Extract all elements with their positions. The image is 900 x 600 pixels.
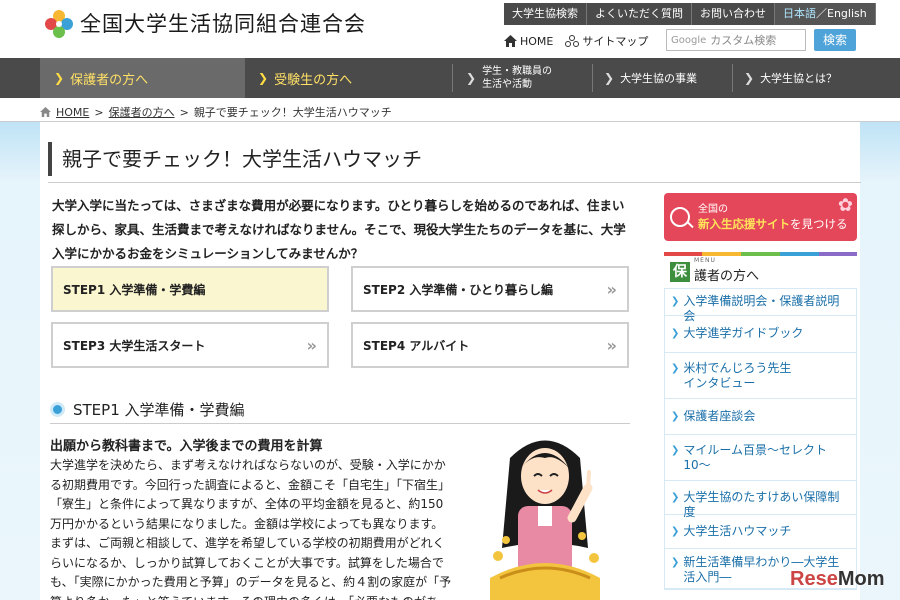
sidebar-item-interview[interactable]: ❯ 米村でんじろう先生インタビュー	[665, 353, 856, 399]
menu-small-label: MENU	[694, 257, 716, 264]
double-chevron-right-icon: »	[606, 280, 617, 299]
chevron-right-icon: ❯	[258, 71, 269, 85]
chevron-right-icon: ❯	[671, 445, 680, 456]
main-nav: ❯ 保護者の方へ ❯ 受験生の方へ ❯ 学生・教職員の 生活や活動 ❯ 大学生協の…	[0, 58, 900, 98]
home-icon	[504, 35, 517, 47]
breadcrumb-current: 親子で要チェック！大学生活ハウマッチ	[193, 106, 392, 119]
section-body: 大学進学を決めたら、まず考えなければならないのが、受験・入学にかかる初期費用です…	[50, 458, 452, 600]
nav-about-coop-label: 大学生協とは？	[760, 72, 838, 85]
breadcrumb-sep: >	[94, 105, 104, 119]
step3-button[interactable]: STEP3 大学生活スタート »	[51, 322, 329, 368]
nav-parents-label: 保護者の方へ	[70, 72, 149, 88]
sitemap-link[interactable]: サイトマップ	[565, 33, 648, 49]
breadcrumb-sep: >	[179, 105, 189, 119]
student-illustration	[490, 440, 600, 600]
util-link-coop-search[interactable]: 大学生協検索	[504, 3, 587, 25]
search-input[interactable]: Google カスタム検索	[666, 29, 806, 51]
sidebar-item-label: 入学準備説明会・保護者説明会	[683, 294, 840, 323]
step4-button[interactable]: STEP4 アルバイト »	[351, 322, 629, 368]
flower-icon: ✿	[837, 195, 853, 216]
circle-bullet-icon	[50, 402, 65, 417]
search-placeholder: カスタム検索	[710, 34, 777, 47]
lang-ja[interactable]: 日本語	[783, 7, 816, 20]
nav-about-coop[interactable]: ❯ 大学生協とは？	[744, 58, 860, 98]
site-title[interactable]: 全国大学生活協同組合連合会	[80, 8, 366, 38]
chevron-right-icon: ❯	[671, 492, 680, 503]
sidebar-item-roundtable[interactable]: ❯ 保護者座談会	[665, 399, 856, 435]
menu-heading-icon: 保	[670, 262, 690, 282]
sub-nav: HOME サイトマップ	[504, 33, 648, 49]
nav-applicants[interactable]: ❯ 受験生の方へ	[258, 58, 448, 98]
chevron-right-icon: ❯	[744, 71, 755, 85]
chevron-right-icon: ❯	[604, 71, 615, 85]
sidebar-item-label: 大学進学ガイドブック	[683, 326, 804, 340]
chevron-right-icon: ❯	[671, 296, 680, 307]
chevron-right-icon: ❯	[54, 71, 65, 85]
utility-nav: 大学生協検索 よくいただく質問 お問い合わせ 日本語／English	[504, 3, 876, 25]
banner-line1: 全国の	[698, 203, 728, 215]
nav-student-life[interactable]: ❯ 学生・教職員の 生活や活動	[466, 58, 591, 98]
double-chevron-right-icon: »	[606, 336, 617, 355]
sidebar-item-myroom[interactable]: ❯ マイルーム百景～セレクト10～	[665, 435, 856, 481]
section-subheading: 出願から教科書まで。入学後までの費用を計算	[50, 439, 323, 454]
section-heading: STEP1 入学準備・学費編	[50, 396, 630, 424]
nav-applicants-label: 受験生の方へ	[274, 72, 353, 88]
nav-coop-business[interactable]: ❯ 大学生協の事業	[604, 58, 734, 98]
util-link-contact[interactable]: お問い合わせ	[692, 3, 775, 25]
breadcrumb: HOME > 保護者の方へ > 親子で要チェック！大学生活ハウマッチ	[40, 104, 392, 120]
banner-highlight: 新入生応援サイト	[698, 216, 790, 231]
chevron-right-icon: ❯	[671, 411, 680, 422]
freshman-support-banner[interactable]: 全国の 新入生応援サイトを見つける ✿	[664, 193, 857, 241]
lang-en[interactable]: English	[827, 7, 867, 20]
breadcrumb-parents[interactable]: 保護者の方へ	[109, 104, 175, 120]
nav-coop-business-label: 大学生協の事業	[620, 72, 698, 85]
sidebar-menu-heading: MENU 保 護者の方へ	[664, 252, 857, 288]
sidebar-menu: ❯ 入学準備説明会・保護者説明会 ❯ 大学進学ガイドブック ❯ 米村でんじろう先生イン…	[664, 288, 857, 590]
sidebar-item-label: マイルーム百景～セレクト10～	[683, 443, 828, 472]
step1-button[interactable]: STEP1 入学準備・学費編	[51, 266, 329, 312]
home-link-label: HOME	[520, 34, 554, 48]
sidebar-item-label: 米村でんじろう先生インタビュー	[683, 361, 792, 390]
page-title: 親子で要チェック！大学生活ハウマッチ	[48, 142, 422, 176]
resemom-watermark: ReseMom	[790, 568, 885, 590]
sidebar-item-insurance[interactable]: ❯ 大学生協のたすけあい保障制度	[665, 481, 856, 519]
util-link-faq[interactable]: よくいただく質問	[587, 3, 692, 25]
step3-label: STEP3 大学生活スタート	[63, 338, 206, 353]
sidebar-item-howmuch[interactable]: ❯ 大学生活ハウマッチ	[665, 515, 856, 549]
step4-label: STEP4 アルバイト	[363, 338, 470, 353]
breadcrumb-home[interactable]: HOME	[56, 106, 89, 119]
nav-parents[interactable]: ❯ 保護者の方へ	[40, 58, 245, 98]
sidebar-item-label: 保護者座談会	[683, 409, 756, 423]
step2-label: STEP2 入学準備・ひとり暮らし編	[363, 282, 553, 297]
sitemap-icon	[565, 35, 580, 47]
coop-logo-icon[interactable]	[44, 9, 74, 43]
language-switch: 日本語／English	[775, 3, 876, 25]
sitemap-link-label: サイトマップ	[582, 35, 649, 48]
intro-text: 大学入学に当たっては、さまざまな費用が必要になります。ひとり暮らしを始めるのであ…	[52, 198, 626, 261]
chevron-right-icon: ❯	[671, 557, 680, 568]
chevron-right-icon: ❯	[466, 71, 477, 85]
search-button[interactable]: 検索	[814, 29, 856, 51]
search-icon	[670, 207, 690, 227]
chevron-right-icon: ❯	[671, 328, 680, 339]
search-brand: Google	[671, 34, 707, 46]
nav-student-life-label: 学生・教職員の 生活や活動	[482, 66, 553, 90]
home-icon	[40, 107, 51, 117]
site-header: 全国大学生活協同組合連合会 大学生協検索 よくいただく質問 お問い合わせ 日本語…	[0, 0, 900, 58]
sidebar-item-briefing[interactable]: ❯ 入学準備説明会・保護者説明会	[665, 289, 856, 323]
section-heading-text: STEP1 入学準備・学費編	[73, 401, 245, 419]
step2-button[interactable]: STEP2 入学準備・ひとり暮らし編 »	[351, 266, 629, 312]
chevron-right-icon: ❯	[671, 363, 680, 374]
step1-label: STEP1 入学準備・学費編	[63, 282, 206, 297]
sidebar-item-label: 大学生協のたすけあい保障制度	[683, 490, 840, 519]
menu-heading-label: 護者の方へ	[694, 268, 760, 284]
chevron-right-icon: ❯	[671, 526, 680, 537]
double-chevron-right-icon: »	[306, 336, 317, 355]
lang-separator: ／	[816, 7, 827, 20]
banner-suffix: を見つける	[790, 216, 848, 231]
home-link[interactable]: HOME	[504, 33, 553, 49]
sidebar-item-label: 大学生活ハウマッチ	[683, 524, 792, 538]
